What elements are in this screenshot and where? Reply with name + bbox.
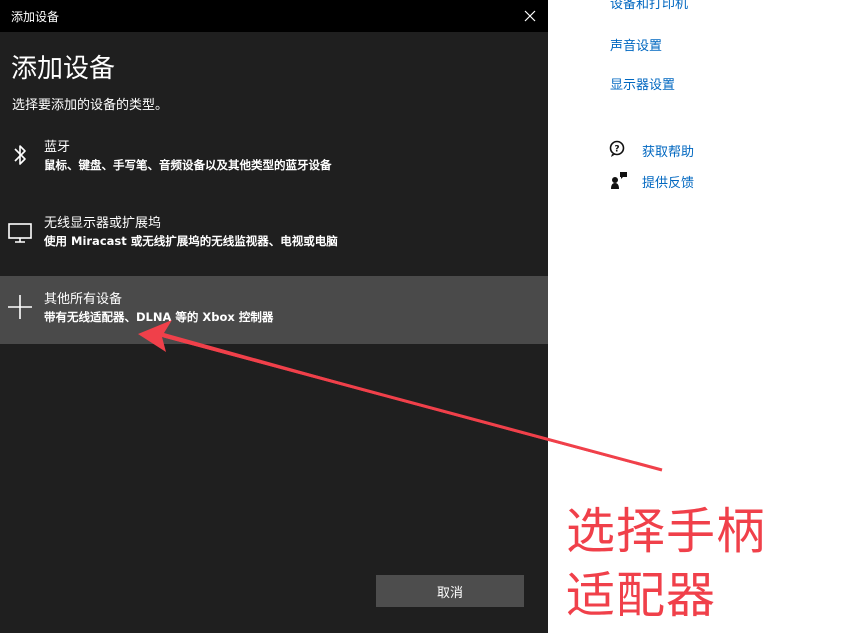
bluetooth-icon: [14, 145, 26, 165]
option-wireless-display[interactable]: 无线显示器或扩展坞 使用 Miracast 或无线扩展坞的无线监视器、电视或电脑: [0, 200, 548, 268]
devices-and-printers-link[interactable]: 设备和打印机: [610, 0, 688, 12]
option-title: 蓝牙: [44, 140, 71, 155]
close-icon: [524, 10, 536, 22]
option-description: 带有无线适配器、DLNA 等的 Xbox 控制器: [44, 310, 274, 324]
give-feedback-link[interactable]: 提供反馈: [642, 172, 694, 191]
cancel-button[interactable]: 取消: [376, 575, 524, 607]
display-settings-link[interactable]: 显示器设置: [610, 74, 675, 93]
svg-text:?: ?: [614, 145, 619, 155]
option-everything-else[interactable]: 其他所有设备 带有无线适配器、DLNA 等的 Xbox 控制器: [0, 276, 548, 344]
dialog-subheading: 选择要添加的设备的类型。: [12, 98, 169, 113]
help-chat-icon: ?: [609, 140, 625, 157]
get-help-link[interactable]: 获取帮助: [642, 141, 694, 160]
option-bluetooth[interactable]: 蓝牙 鼠标、键盘、手写笔、音频设备以及其他类型的蓝牙设备: [0, 124, 548, 192]
plus-icon: [8, 295, 32, 319]
dialog-heading: 添加设备: [11, 54, 116, 84]
close-button[interactable]: [512, 0, 548, 32]
option-description: 使用 Miracast 或无线扩展坞的无线监视器、电视或电脑: [44, 234, 338, 248]
option-title: 其他所有设备: [44, 292, 123, 307]
feedback-icon: [611, 172, 627, 189]
option-title: 无线显示器或扩展坞: [44, 216, 162, 231]
annotation-text-line2: 适配器: [566, 567, 717, 624]
dialog-titlebar: 添加设备: [0, 0, 548, 32]
sound-settings-link[interactable]: 声音设置: [610, 35, 662, 54]
dialog-window-title: 添加设备: [11, 10, 60, 24]
option-description: 鼠标、键盘、手写笔、音频设备以及其他类型的蓝牙设备: [44, 158, 332, 172]
monitor-icon: [8, 223, 32, 243]
annotation-text-line1: 选择手柄: [566, 503, 767, 560]
add-device-dialog: 添加设备 添加设备 选择要添加的设备的类型。 蓝牙 鼠标、键盘、手写笔、音频设备…: [0, 0, 548, 633]
